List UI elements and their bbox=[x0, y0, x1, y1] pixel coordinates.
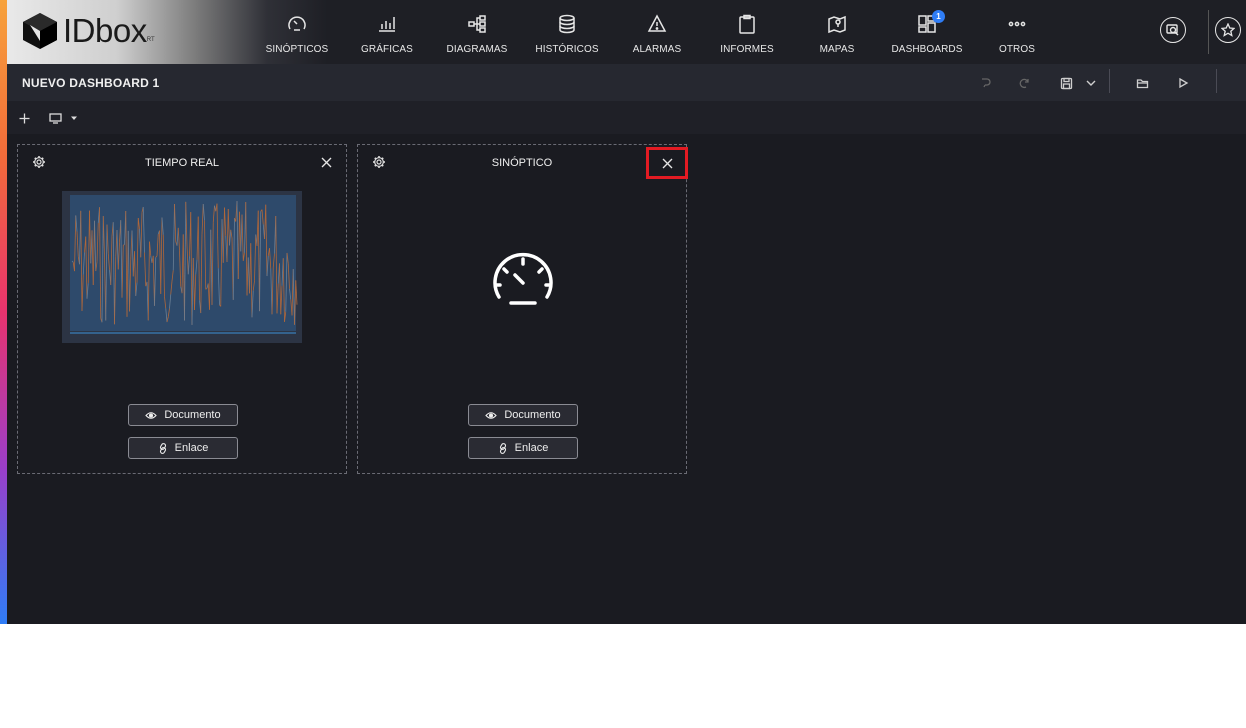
dashboard-titlebar: NUEVO DASHBOARD 1 bbox=[7, 64, 1246, 101]
nav-graficas[interactable]: GRÁFICAS bbox=[342, 0, 432, 64]
eye-icon bbox=[485, 411, 498, 420]
chevron-down-icon[interactable] bbox=[1081, 73, 1101, 93]
nav-historicos[interactable]: HISTÓRICOS bbox=[522, 0, 612, 64]
nav-label: INFORMES bbox=[720, 44, 774, 55]
redo-icon[interactable] bbox=[1015, 73, 1035, 93]
widget-header: TIEMPO REAL bbox=[18, 145, 346, 181]
dashboard-icon: 1 bbox=[917, 10, 945, 34]
bar-chart-icon bbox=[377, 14, 397, 34]
close-icon[interactable] bbox=[317, 153, 335, 171]
database-icon bbox=[557, 14, 577, 34]
widget-sinoptico[interactable]: SINÓPTICO Documento Enlace bbox=[357, 144, 688, 474]
more-icon bbox=[1007, 14, 1027, 34]
nav-otros[interactable]: OTROS bbox=[972, 0, 1062, 64]
map-icon bbox=[827, 14, 847, 34]
nav-sinopticos[interactable]: SINÓPTICOS bbox=[252, 0, 342, 64]
nav-label: OTROS bbox=[998, 44, 1036, 55]
document-button-label: Documento bbox=[164, 409, 221, 421]
logo[interactable]: IDbox RT bbox=[21, 11, 155, 51]
save-icon[interactable] bbox=[1056, 73, 1076, 93]
add-widget-icon[interactable] bbox=[17, 109, 31, 127]
divider bbox=[1216, 69, 1217, 93]
nav-informes[interactable]: INFORMES bbox=[702, 0, 792, 64]
nav-label: SINÓPTICOS bbox=[265, 44, 329, 55]
speedometer-icon bbox=[491, 249, 555, 309]
nav-label: MAPAS bbox=[819, 44, 855, 55]
logo-icon bbox=[23, 13, 57, 49]
widget-header: SINÓPTICO bbox=[358, 145, 688, 181]
link-button-label: Enlace bbox=[514, 442, 549, 454]
logo-text: IDbox bbox=[63, 12, 147, 49]
link-button[interactable]: Enlace bbox=[468, 437, 578, 459]
nav-label: DIAGRAMAS bbox=[446, 44, 508, 55]
nav-label: GRÁFICAS bbox=[361, 44, 413, 55]
link-icon bbox=[498, 442, 508, 454]
nav-mapas[interactable]: MAPAS bbox=[792, 0, 882, 64]
undo-icon[interactable] bbox=[975, 73, 995, 93]
document-button-label: Documento bbox=[504, 409, 561, 421]
close-icon[interactable] bbox=[646, 147, 688, 179]
nav-alarmas[interactable]: ALARMAS bbox=[612, 0, 702, 64]
play-icon[interactable] bbox=[1173, 73, 1193, 93]
clipboard-icon bbox=[737, 14, 757, 34]
app-window: IDbox RT SINÓPTICOS GRÁFICAS DIAGRAMAS H… bbox=[0, 0, 1246, 624]
nav-label: ALARMAS bbox=[632, 44, 682, 55]
gauge-icon bbox=[287, 14, 307, 34]
diagram-icon bbox=[467, 14, 487, 34]
widget-title: TIEMPO REAL bbox=[145, 157, 219, 169]
top-navigation: IDbox RT SINÓPTICOS GRÁFICAS DIAGRAMAS H… bbox=[7, 0, 1246, 64]
document-button[interactable]: Documento bbox=[128, 404, 238, 426]
accent-bar bbox=[0, 0, 7, 624]
favorites-icon[interactable] bbox=[1215, 17, 1241, 43]
nav-label: DASHBOARDS bbox=[891, 44, 963, 55]
monitor-icon bbox=[49, 112, 62, 124]
divider bbox=[1208, 10, 1209, 54]
display-mode-select[interactable] bbox=[47, 109, 81, 127]
notification-badge: 1 bbox=[932, 10, 945, 23]
eye-icon bbox=[145, 411, 158, 420]
nav-diagramas[interactable]: DIAGRAMAS bbox=[432, 0, 522, 64]
logo-suffix: RT bbox=[146, 37, 155, 43]
link-icon bbox=[158, 442, 168, 454]
widget-tiempo-real[interactable]: TIEMPO REAL Documento Enlace bbox=[17, 144, 347, 474]
widget-title: SINÓPTICO bbox=[491, 157, 553, 169]
nav-dashboards[interactable]: 1 DASHBOARDS bbox=[882, 0, 972, 64]
caret-down-icon bbox=[71, 116, 77, 120]
document-button[interactable]: Documento bbox=[468, 404, 578, 426]
folder-icon[interactable] bbox=[1132, 73, 1152, 93]
divider bbox=[1109, 69, 1110, 93]
search-icon[interactable] bbox=[1160, 17, 1186, 43]
dashboard-title[interactable]: NUEVO DASHBOARD 1 bbox=[22, 76, 159, 90]
dashboard-toolbar bbox=[7, 101, 1246, 134]
nav-label: HISTÓRICOS bbox=[535, 44, 599, 55]
realtime-chart-preview bbox=[62, 191, 302, 343]
link-button-label: Enlace bbox=[174, 442, 209, 454]
link-button[interactable]: Enlace bbox=[128, 437, 238, 459]
warning-icon bbox=[647, 14, 667, 34]
